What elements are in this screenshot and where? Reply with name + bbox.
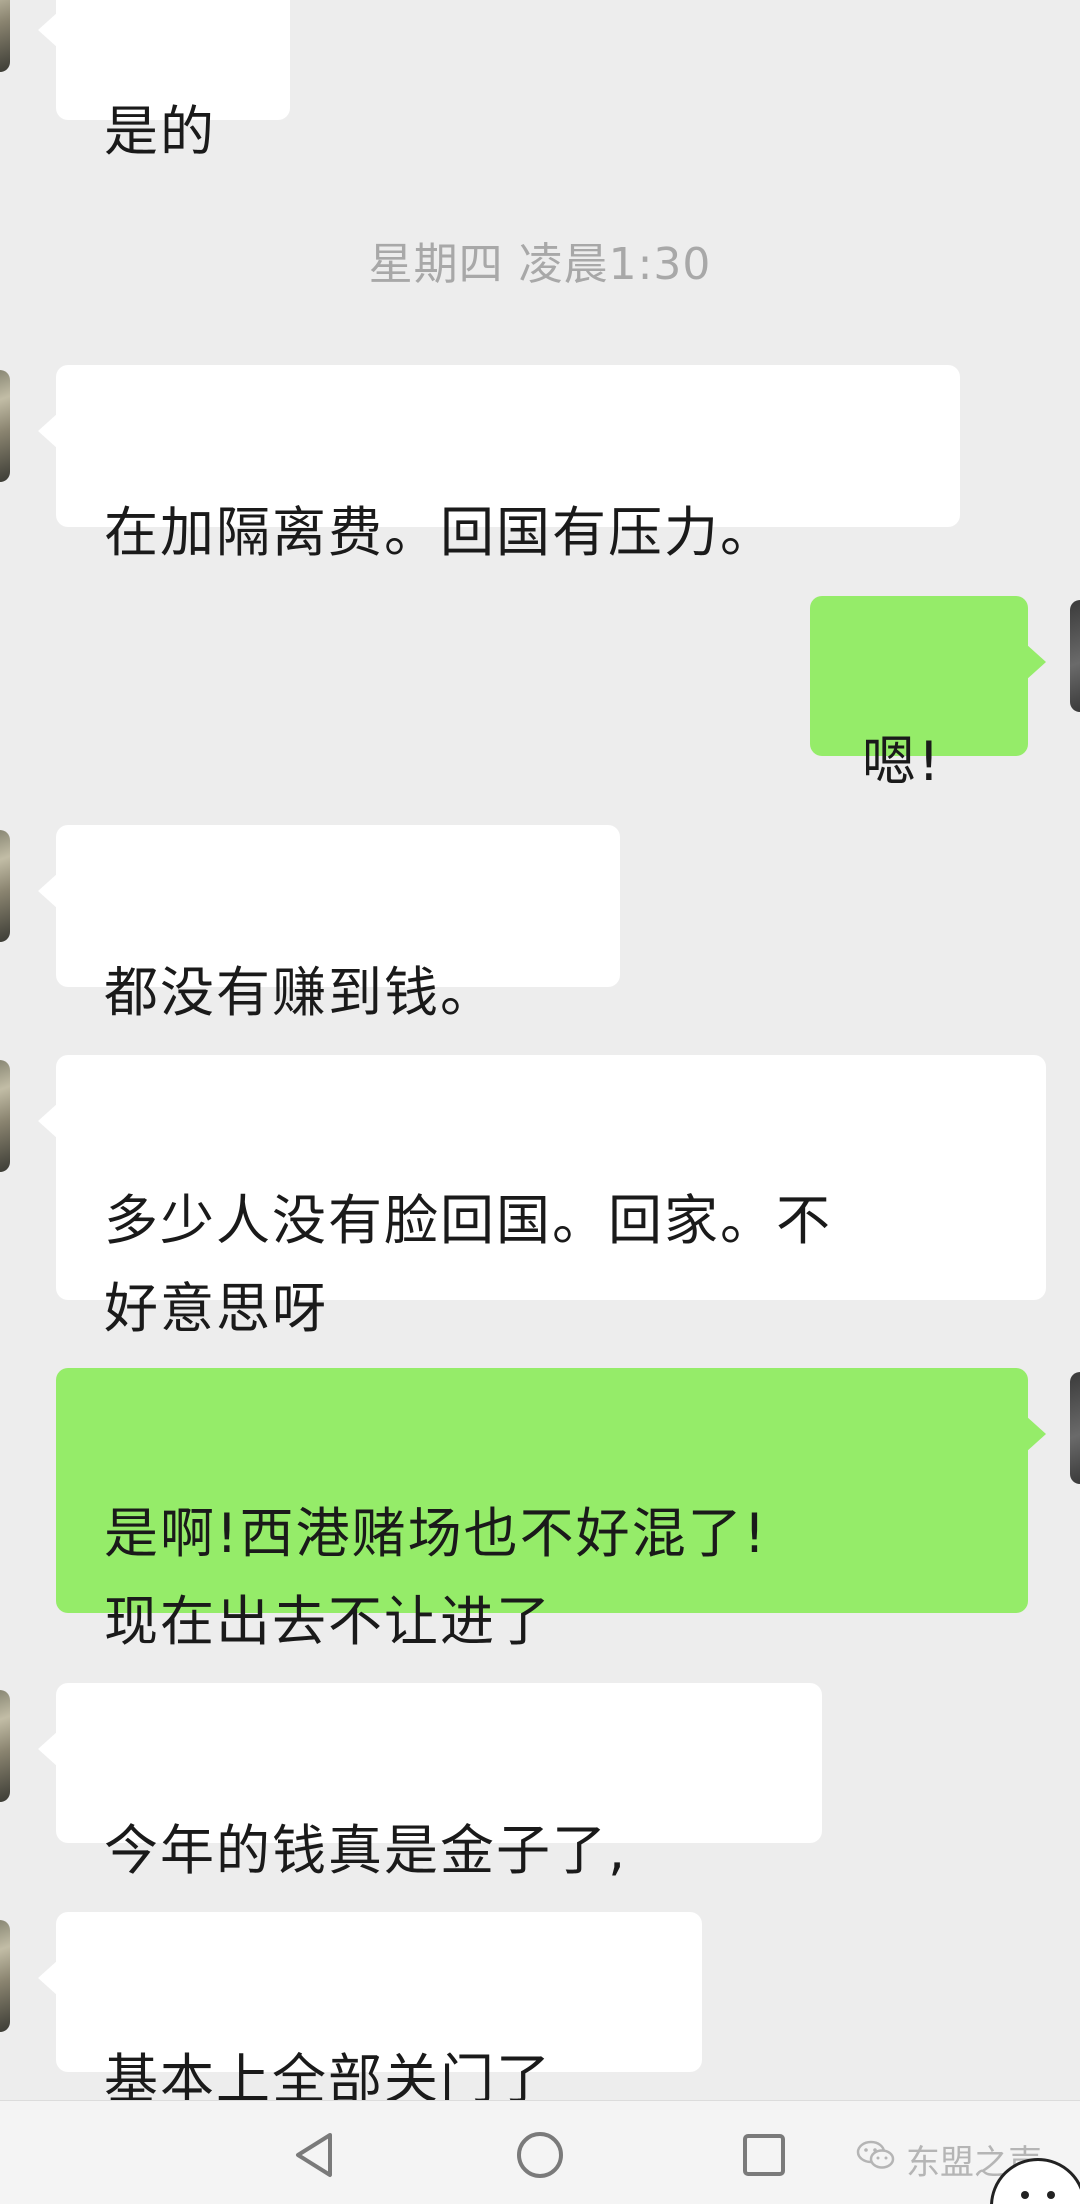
- incoming-message-bubble[interactable]: 基本上全部关门了: [38, 1912, 702, 2111]
- incoming-message-bubble[interactable]: 今年的钱真是金子了,: [38, 1683, 822, 1882]
- message-text: 在加隔离费。回国有压力。: [104, 501, 776, 564]
- incoming-message-bubble[interactable]: 在加隔离费。回国有压力。: [38, 365, 960, 564]
- emoji-icon[interactable]: [990, 2158, 1080, 2204]
- message-text: 今年的钱真是金子了,: [104, 1819, 628, 1882]
- message-text: 嗯!: [862, 730, 942, 793]
- message-text: 是啊!西港赌场也不好混了! 现在出去不让进了: [104, 1502, 768, 1653]
- my-avatar[interactable]: [1070, 600, 1080, 712]
- contact-avatar[interactable]: [0, 1690, 10, 1802]
- chat-timestamp: 星期四 凌晨1:30: [368, 239, 712, 290]
- recents-square-icon[interactable]: [738, 2129, 790, 2181]
- message-text: 多少人没有脸回国。回家。不 好意思呀: [104, 1189, 832, 1340]
- contact-avatar[interactable]: [0, 830, 10, 942]
- contact-avatar[interactable]: [0, 1920, 10, 2032]
- chat-screen: 是的 星期四 凌晨1:30 在加隔离费。回国有压力。 嗯! 都没有赚到钱。 多少…: [0, 0, 1080, 2204]
- message-text: 都没有赚到钱。: [104, 961, 496, 1024]
- message-text: 是的: [104, 100, 216, 163]
- back-triangle-icon[interactable]: [288, 2129, 340, 2181]
- outgoing-message-bubble[interactable]: 是啊!西港赌场也不好混了! 现在出去不让进了: [56, 1368, 1046, 1653]
- incoming-message-bubble[interactable]: 都没有赚到钱。: [38, 825, 620, 1024]
- incoming-message-bubble[interactable]: 多少人没有脸回国。回家。不 好意思呀: [38, 1055, 1046, 1340]
- outgoing-message-bubble[interactable]: 嗯!: [810, 596, 1046, 793]
- my-avatar[interactable]: [1070, 1372, 1080, 1484]
- incoming-message-bubble[interactable]: 是的: [38, 0, 290, 163]
- contact-avatar[interactable]: [0, 0, 10, 72]
- system-navigation-bar: 东盟之声: [0, 2100, 1080, 2204]
- contact-avatar[interactable]: [0, 1060, 10, 1172]
- contact-avatar[interactable]: [0, 370, 10, 482]
- home-circle-icon[interactable]: [514, 2129, 566, 2181]
- wechat-icon: [856, 2139, 896, 2180]
